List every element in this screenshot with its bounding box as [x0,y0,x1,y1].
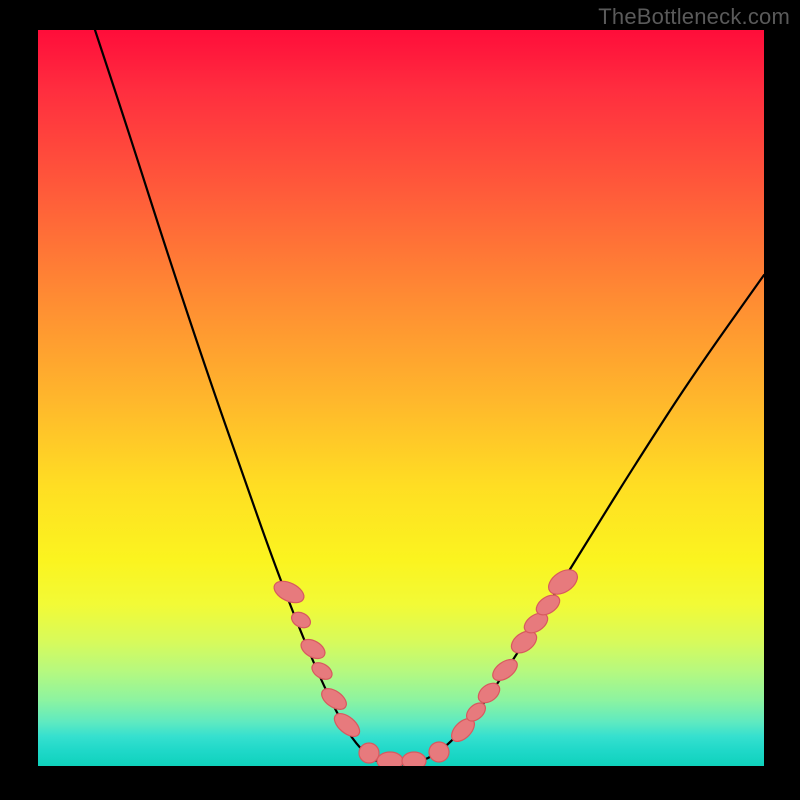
curve-layer [38,30,764,766]
bottleneck-curve [95,30,764,765]
curve-bead [402,752,426,766]
curve-bead [359,743,379,763]
curve-bead [544,565,582,599]
curve-bead [330,709,363,741]
chart-stage: TheBottleneck.com [0,0,800,800]
bead-group [271,565,582,766]
plot-area [38,30,764,766]
watermark-text: TheBottleneck.com [598,4,790,30]
curve-bead [489,655,521,684]
curve-bead [377,752,403,766]
curve-bead [318,684,350,713]
